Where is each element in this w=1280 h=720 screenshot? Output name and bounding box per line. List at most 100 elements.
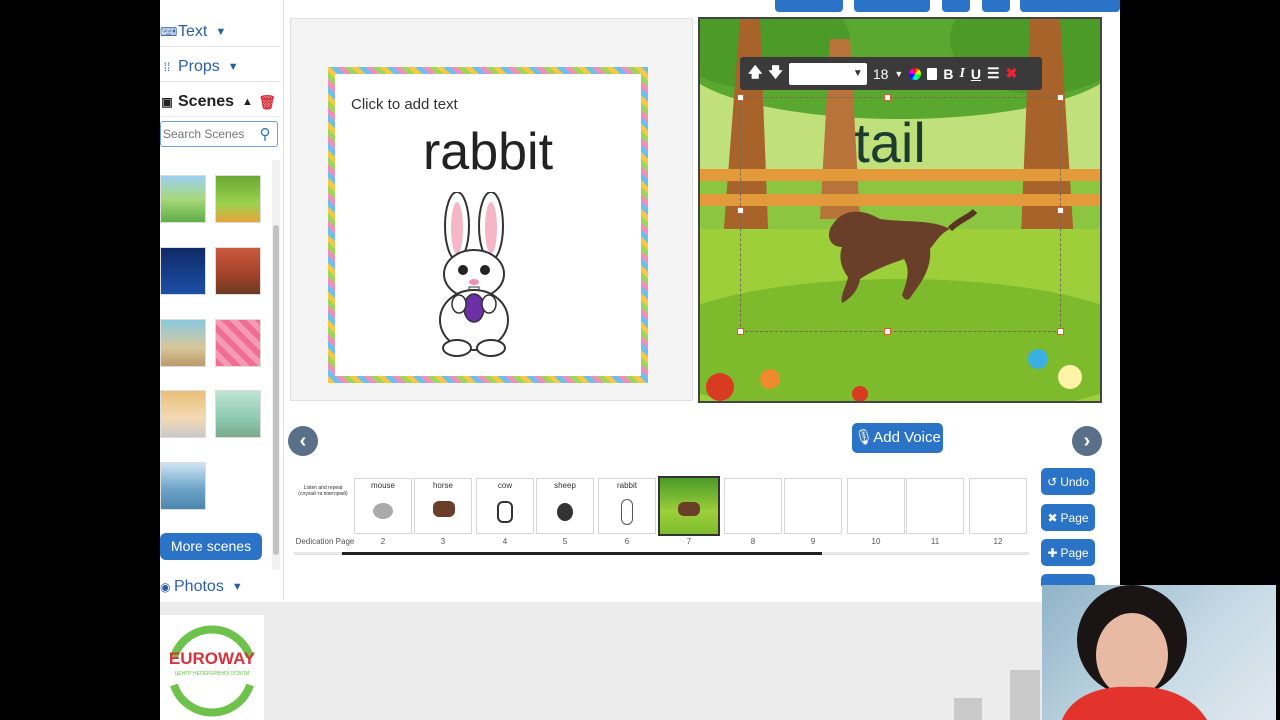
image-icon: ▣ [161,94,173,109]
page-number: 5 [562,537,568,546]
sidebar-scrollbar-thumb[interactable] [273,225,279,555]
microphone-icon: 🎙 [854,429,874,446]
filmstrip-scrollbar-thumb[interactable] [342,552,822,555]
left-page[interactable]: Click to add text rabbit [290,18,693,401]
page-thumbnail-label: cow [497,481,513,490]
add-text-placeholder[interactable]: Click to add text [351,96,458,113]
add-page-button[interactable]: ✚ Page [1041,539,1095,566]
top-toolbar-button[interactable] [854,0,930,12]
page-thumbnail[interactable] [724,478,782,534]
page-thumbnail[interactable]: mouse [354,478,412,534]
page-word[interactable]: tail [740,110,1040,175]
camera-icon: ◉ [160,580,171,594]
resize-handle[interactable] [884,328,891,335]
page-number: 8 [750,537,756,546]
scene-thumbnail[interactable] [160,319,206,367]
resize-handle[interactable] [884,94,891,101]
page-number: 11 [930,537,940,546]
move-up-icon[interactable]: 🡅 [748,62,762,86]
sidebar-photos-toggle[interactable]: ◉ Photos ▼ [160,574,243,600]
delete-page-label: Page [1060,510,1089,525]
page-thumbnail-label: sheep [554,481,576,490]
cow-picture [497,501,513,523]
previous-page-arrow[interactable]: ‹ [288,426,318,456]
undo-button[interactable]: ↺ Undo [1041,468,1095,495]
page-thumbnail[interactable] [969,478,1027,534]
caret-up-icon: ▲ [242,95,253,108]
resize-handle[interactable] [1057,94,1064,101]
page-thumbnail[interactable]: rabbit [598,478,656,534]
logo-subtitle: ЦЕНТР НЕПЕРЕРВНОЇ ОСВІТИ [174,671,250,677]
resize-handle[interactable] [737,94,744,101]
page-thumbnail[interactable]: horse [414,478,472,534]
scene-thumbnail[interactable] [215,390,261,438]
close-icon: ✖ [1047,510,1058,525]
scene-thumbnail[interactable] [160,247,206,295]
scene-search-input[interactable] [161,123,255,145]
page-thumbnail[interactable]: cow [476,478,534,534]
scene-thumbnail[interactable] [215,319,261,367]
italic-button[interactable]: I [959,66,964,82]
top-toolbar-button[interactable] [942,0,970,12]
resize-handle[interactable] [1057,207,1064,214]
page-thumbnail[interactable] [784,478,842,534]
page-thumbnail-label: horse [432,481,453,490]
scene-thumbnail[interactable] [215,175,261,223]
chevron-down-icon[interactable]: ▼ [894,69,903,79]
bold-button[interactable]: B [943,66,953,82]
page-thumbnail[interactable]: Listen and repeat (слухай та повторюй) [294,478,352,534]
top-toolbar-button[interactable] [982,0,1010,12]
page-thumbnail[interactable]: sheep [536,478,594,534]
resize-handle[interactable] [737,207,744,214]
add-voice-button[interactable]: 🎙Add Voice [852,423,943,453]
page-thumbnail[interactable] [906,478,964,534]
font-select[interactable]: ▼ [788,62,867,85]
add-page-label: Page [1060,545,1089,560]
page-thumbnail-selected[interactable] [658,476,720,536]
scene-thumbnail[interactable] [160,390,206,438]
undo-icon: ↺ [1047,474,1058,489]
move-down-icon[interactable]: 🡇 [768,62,782,86]
page-thumbnail[interactable] [847,478,905,534]
add-voice-label: Add Voice [873,429,941,446]
trash-icon[interactable]: 🗑 [258,94,276,111]
resize-handle[interactable] [737,328,744,335]
sidebar-props-label: Props [178,57,220,75]
fill-icon[interactable] [927,67,938,80]
color-wheel-icon[interactable] [909,67,922,80]
more-scenes-button[interactable]: More scenes [160,533,262,560]
scene-thumbnail[interactable] [215,247,261,295]
euroway-logo: EUROWAY ЦЕНТР НЕПЕРЕРВНОЇ ОСВІТИ [160,615,264,720]
sidebar-scenes-toggle[interactable]: ▣ Scenes ▲ 🗑 [160,87,280,117]
search-icon[interactable]: ⚲ [255,125,275,143]
sidebar-scenes-label: Scenes [178,92,235,110]
page-number: 10 [871,537,881,546]
sidebar-photos-label: Photos [174,578,224,595]
rabbit-illustration[interactable] [429,191,519,363]
delete-page-button[interactable]: ✖ Page [1041,504,1095,531]
top-toolbar-button[interactable] [775,0,843,12]
rabbit-picture [621,499,633,525]
scene-thumbnail[interactable] [160,462,206,510]
top-toolbar-button[interactable] [1020,0,1120,12]
resize-handle[interactable] [1057,328,1064,335]
page-thumbnail-label: mouse [370,481,395,490]
sidebar-text-toggle[interactable]: ⌨ Text ▼ [160,17,280,47]
align-icon[interactable]: ☰ [987,65,1000,82]
sidebar-props-toggle[interactable]: ⁞⁞ Props ▼ [160,52,280,82]
placeholder-block [1010,670,1040,720]
font-size[interactable]: 18 [873,66,889,82]
mouse-picture [373,503,393,519]
underline-button[interactable]: U [971,66,981,82]
page-border-frame: Click to add text rabbit [328,67,648,383]
page-thumbnail-label: Listen and repeat (слухай та повторюй) [298,485,348,497]
page-word[interactable]: rabbit [335,122,641,182]
close-icon[interactable]: ✖ [1006,65,1018,82]
caret-down-icon: ▼ [215,25,227,38]
text-format-toolbar: 🡅 🡇 ▼ 18 ▼ B I U ☰ ✖ [740,57,1042,90]
next-page-arrow[interactable]: › [1072,426,1102,456]
placeholder-block [954,698,982,720]
undo-label: Undo [1060,474,1089,489]
scene-search: ⚲ [160,121,278,147]
scene-thumbnail[interactable] [160,175,206,223]
